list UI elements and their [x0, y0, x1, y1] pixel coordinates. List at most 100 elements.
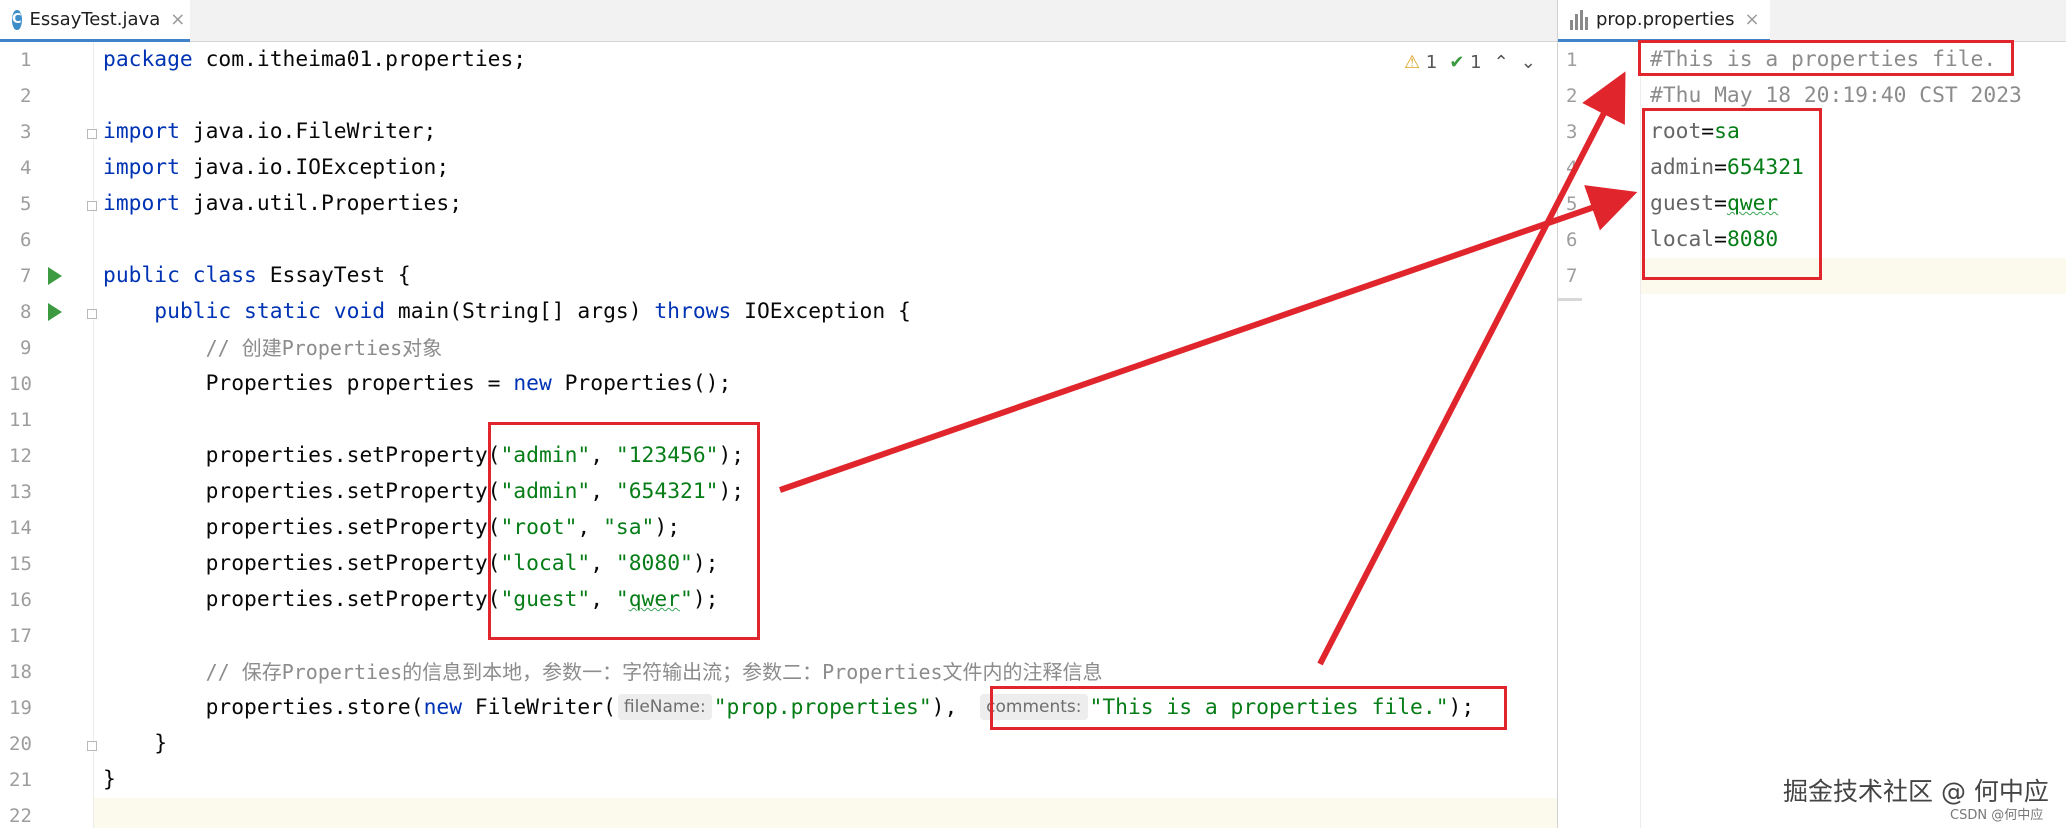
- keyword: import: [103, 191, 180, 216]
- line-number: 18: [9, 661, 32, 683]
- code-line[interactable]: import java.io.FileWriter;: [103, 114, 436, 150]
- code-line[interactable]: public static void main(String[] args) t…: [103, 294, 911, 330]
- comment: // 创建Properties对象: [205, 336, 443, 360]
- fold-icon[interactable]: [87, 129, 97, 139]
- code-line[interactable]: properties.setProperty("guest", "qwer");: [103, 582, 719, 618]
- keyword: public class: [103, 263, 257, 288]
- code-text: ),: [931, 695, 971, 720]
- typo-highlighted-word: qwer: [628, 587, 681, 612]
- code-text: com.itheima01.properties;: [192, 47, 527, 72]
- code-line[interactable]: properties.setProperty("admin", "123456"…: [103, 438, 745, 474]
- code-line[interactable]: Properties properties = new Properties()…: [103, 366, 732, 402]
- string-literal: "admin": [500, 479, 591, 504]
- keyword: new: [423, 695, 463, 720]
- comment: #This is a properties file.: [1650, 47, 1997, 72]
- inspection-widget[interactable]: ⚠ 1 ✔ 1 ⌃ ⌄: [1404, 52, 1536, 73]
- code-text: main(String[] args): [385, 299, 655, 324]
- fold-icon[interactable]: [87, 201, 97, 211]
- line-number: 9: [20, 337, 32, 359]
- fold-icon[interactable]: [87, 309, 97, 319]
- code-line[interactable]: // 创建Properties对象: [103, 330, 443, 366]
- weak-warning-count-value: 1: [1470, 52, 1482, 73]
- run-class-icon[interactable]: [48, 267, 62, 285]
- weak-warning-count[interactable]: ✔ 1: [1449, 52, 1481, 73]
- code-text: java.io.IOException;: [179, 155, 450, 180]
- code-line[interactable]: properties.store(new FileWriter(fileName…: [103, 690, 1474, 726]
- line-number: 19: [9, 697, 32, 719]
- property-value: sa: [1714, 119, 1740, 144]
- tab-label: EssayTest.java: [29, 9, 161, 30]
- properties-line[interactable]: admin=654321: [1650, 150, 1804, 186]
- line-number: 12: [9, 445, 32, 467]
- line-number: 14: [9, 517, 32, 539]
- tab-essaytest-java[interactable]: C EssayTest.java ×: [0, 0, 190, 42]
- line-number: 6: [1566, 229, 1578, 251]
- gutter-separator: [1640, 42, 1641, 828]
- code-text: }: [154, 731, 168, 756]
- code-text: Properties();: [551, 371, 732, 396]
- code-line[interactable]: }: [103, 726, 167, 762]
- check-icon: ✔: [1449, 52, 1465, 73]
- properties-line[interactable]: #Thu May 18 20:19:40 CST 2023: [1650, 78, 2022, 114]
- code-line[interactable]: }: [103, 762, 116, 798]
- line-number: 16: [9, 589, 32, 611]
- watermark-sub: CSDN @何中应: [1950, 808, 2044, 823]
- java-class-icon: C: [12, 9, 22, 30]
- fold-icon[interactable]: [87, 741, 97, 751]
- code-line[interactable]: properties.setProperty("local", "8080");: [103, 546, 719, 582]
- properties-line[interactable]: #This is a properties file.: [1650, 42, 1996, 78]
- current-line-highlight: [94, 798, 1557, 828]
- string-literal: ": [615, 587, 629, 612]
- line-number: 2: [20, 85, 32, 107]
- close-icon[interactable]: ×: [1744, 9, 1759, 30]
- property-key: root: [1650, 119, 1702, 144]
- code-line[interactable]: properties.setProperty("root", "sa");: [103, 510, 680, 546]
- properties-line[interactable]: root=sa: [1650, 114, 1740, 150]
- parameter-hint: fileName:: [617, 694, 712, 720]
- code-line[interactable]: properties.setProperty("admin", "654321"…: [103, 474, 745, 510]
- properties-line[interactable]: local=8080: [1650, 222, 1778, 258]
- warning-count-value: 1: [1425, 52, 1438, 73]
- code-text: EssayTest {: [256, 263, 411, 288]
- warning-count[interactable]: ⚠ 1: [1404, 52, 1437, 73]
- run-main-icon[interactable]: [48, 303, 62, 321]
- line-number: 13: [9, 481, 32, 503]
- code-line[interactable]: import java.io.IOException;: [103, 150, 449, 186]
- java-editor-pane: C EssayTest.java × 1 2 3 4 5 6 7 8 9 10 …: [0, 0, 1557, 828]
- close-icon[interactable]: ×: [170, 9, 185, 30]
- properties-editor-pane: prop.properties × 1 2 3 4 5 6 7 #This is…: [1558, 0, 2066, 828]
- previous-highlight-icon[interactable]: ⌃: [1494, 52, 1509, 73]
- property-key: guest: [1650, 191, 1715, 216]
- line-number: 5: [20, 193, 32, 215]
- string-literal: "654321": [615, 479, 719, 504]
- next-highlight-icon[interactable]: ⌄: [1521, 52, 1536, 73]
- code-text: java.util.Properties;: [179, 191, 463, 216]
- line-number: 10: [9, 373, 32, 395]
- keyword: import: [103, 155, 180, 180]
- string-literal: "sa": [603, 515, 655, 540]
- code-line[interactable]: // 保存Properties的信息到本地，参数一：字符输出流；参数二：Prop…: [103, 654, 1103, 690]
- tab-prop-properties[interactable]: prop.properties ×: [1558, 0, 1770, 42]
- properties-file-icon: [1570, 9, 1588, 30]
- comment: // 保存Properties的信息到本地，参数一：字符输出流；参数二：Prop…: [205, 660, 1103, 684]
- property-separator: =: [1701, 119, 1715, 144]
- line-number: 5: [1566, 193, 1578, 215]
- code-text: ,: [590, 551, 616, 576]
- properties-line[interactable]: guest=qwer: [1650, 186, 1778, 222]
- line-number: 20: [9, 733, 32, 755]
- code-text: );: [692, 551, 719, 576]
- code-line[interactable]: import java.util.Properties;: [103, 186, 462, 222]
- code-line[interactable]: package com.itheima01.properties;: [103, 42, 526, 78]
- line-number: 1: [20, 49, 32, 71]
- property-separator: =: [1714, 155, 1727, 180]
- line-number-gutter: 1 2 3 4 5 6 7: [1558, 42, 1640, 828]
- code-text: properties.setProperty(: [205, 587, 501, 612]
- code-line[interactable]: public class EssayTest {: [103, 258, 411, 294]
- line-number: 21: [9, 769, 32, 791]
